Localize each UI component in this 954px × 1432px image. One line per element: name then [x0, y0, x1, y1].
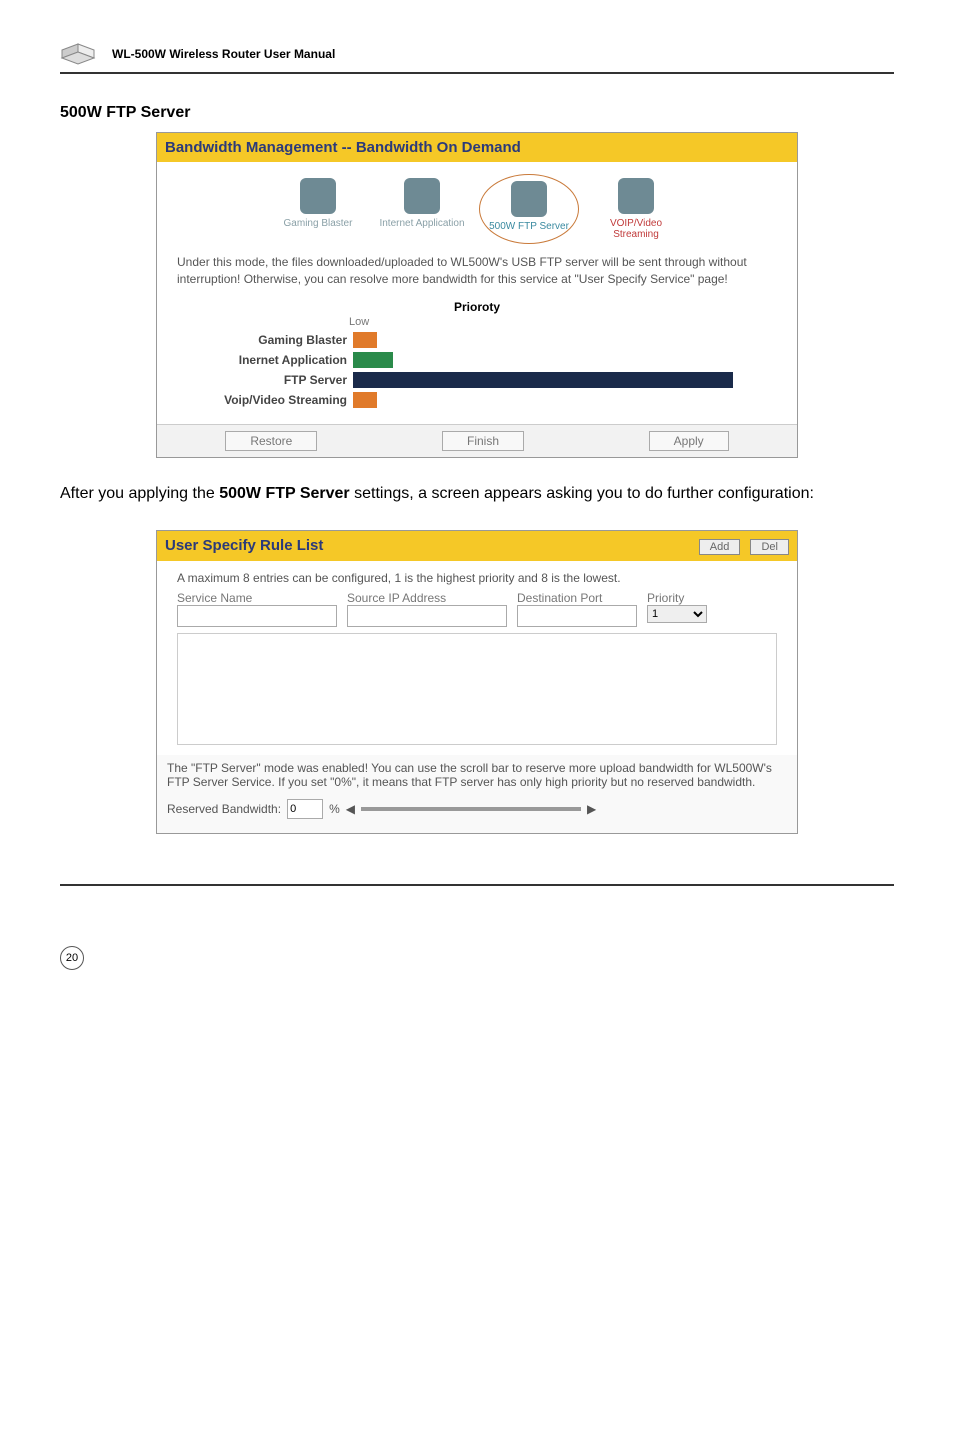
mode-label: 500W FTP Server	[489, 221, 569, 232]
section-title: 500W FTP Server	[60, 104, 894, 122]
priority-bar	[353, 372, 733, 388]
mode-gaming-blaster[interactable]: Gaming Blaster	[271, 174, 365, 244]
reserved-bandwidth-slider[interactable]	[361, 807, 581, 811]
priority-chart: Prioroty Low Gaming Blaster Inernet Appl…	[157, 296, 797, 424]
mode-label: Gaming Blaster	[284, 218, 353, 229]
book-icon	[60, 40, 100, 68]
page-header: WL-500W Wireless Router User Manual	[60, 40, 894, 74]
mode-label: VOIP/Video Streaming	[593, 218, 679, 240]
reserved-bandwidth-row: Reserved Bandwidth: % ◀ ▶	[157, 795, 797, 833]
priority-row-internet: Inernet Application	[177, 352, 777, 368]
bandwidth-panel: Bandwidth Management -- Bandwidth On Dem…	[156, 132, 798, 458]
panel-title: User Specify Rule List	[165, 537, 323, 554]
globe-icon	[404, 178, 440, 214]
low-axis-label: Low	[349, 316, 777, 328]
ftp-server-note: The "FTP Server" mode was enabled! You c…	[157, 755, 797, 795]
service-name-input[interactable]	[177, 605, 337, 627]
priority-row-label: Voip/Video Streaming	[177, 393, 353, 407]
mode-500w-ftp-server[interactable]: 500W FTP Server	[479, 174, 579, 244]
film-icon	[618, 178, 654, 214]
finish-button[interactable]: Finish	[442, 431, 524, 451]
column-header-source: Source IP Address	[347, 591, 507, 605]
server-icon	[511, 181, 547, 217]
priority-row-voip: Voip/Video Streaming	[177, 392, 777, 408]
priority-row-label: FTP Server	[177, 373, 353, 387]
source-ip-input[interactable]	[347, 605, 507, 627]
priority-row-label: Inernet Application	[177, 353, 353, 367]
panel-title-bar: Bandwidth Management -- Bandwidth On Dem…	[157, 133, 797, 162]
reserved-bandwidth-input[interactable]	[287, 799, 323, 819]
rule-caption: A maximum 8 entries can be configured, 1…	[177, 571, 777, 585]
gamepad-icon	[300, 178, 336, 214]
restore-button[interactable]: Restore	[225, 431, 317, 451]
destination-port-input[interactable]	[517, 605, 637, 627]
del-button[interactable]: Del	[750, 539, 789, 555]
column-header-service: Service Name	[177, 591, 337, 605]
priority-heading: Prioroty	[177, 300, 777, 314]
priority-row-label: Gaming Blaster	[177, 333, 353, 347]
priority-row-ftp: FTP Server	[177, 372, 777, 388]
footer-rule	[60, 884, 894, 886]
mode-internet-application[interactable]: Internet Application	[375, 174, 469, 244]
slider-left-arrow-icon[interactable]: ◀	[346, 802, 355, 816]
mode-voip-video[interactable]: VOIP/Video Streaming	[589, 174, 683, 244]
priority-bar	[353, 392, 377, 408]
percent-unit: %	[329, 802, 340, 816]
header-title: WL-500W Wireless Router User Manual	[112, 47, 335, 61]
priority-bar	[353, 332, 377, 348]
rule-input-row: Service Name Source IP Address Destinati…	[177, 591, 777, 627]
priority-bar	[353, 352, 393, 368]
mode-description: Under this mode, the files downloaded/up…	[157, 250, 797, 296]
page-number: 20	[60, 946, 84, 970]
column-header-dest: Destination Port	[517, 591, 637, 605]
priority-select[interactable]: 1	[647, 605, 707, 623]
user-specify-rule-panel: User Specify Rule List Add Del A maximum…	[156, 530, 798, 834]
body-paragraph: After you applying the 500W FTP Server s…	[60, 478, 894, 510]
rules-listbox[interactable]	[177, 633, 777, 745]
mode-icon-row: Gaming Blaster Internet Application 500W…	[157, 162, 797, 250]
apply-button[interactable]: Apply	[649, 431, 729, 451]
reserved-bandwidth-label: Reserved Bandwidth:	[167, 802, 281, 816]
priority-row-gaming: Gaming Blaster	[177, 332, 777, 348]
slider-right-arrow-icon[interactable]: ▶	[587, 802, 596, 816]
add-button[interactable]: Add	[699, 539, 741, 555]
panel-button-row: Restore Finish Apply	[157, 424, 797, 457]
mode-label: Internet Application	[379, 218, 464, 229]
column-header-priority: Priority	[647, 591, 707, 605]
panel-title-bar: User Specify Rule List Add Del	[157, 531, 797, 561]
